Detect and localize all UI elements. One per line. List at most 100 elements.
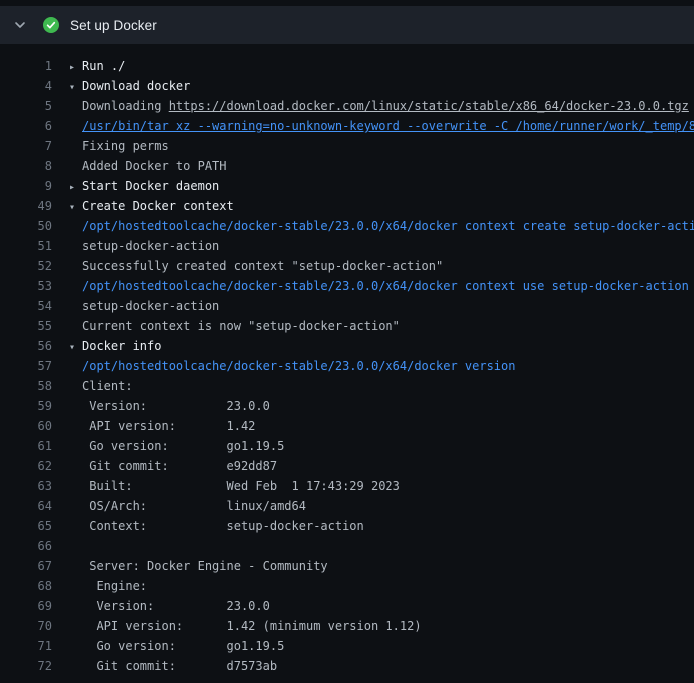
- line-number[interactable]: 49: [0, 196, 52, 216]
- log-text: Added Docker to PATH: [52, 156, 227, 176]
- log-line: 71 Go version: go1.19.5: [0, 636, 694, 656]
- line-number[interactable]: 71: [0, 636, 52, 656]
- log-line: 62 Git commit: e92dd87: [0, 456, 694, 476]
- line-number[interactable]: 55: [0, 316, 52, 336]
- group-title: Start Docker daemon: [82, 179, 219, 193]
- log-line: 52Successfully created context "setup-do…: [0, 256, 694, 276]
- group-title: Docker info: [82, 339, 161, 353]
- group-header[interactable]: ▾Download docker: [52, 76, 190, 96]
- line-number[interactable]: 67: [0, 556, 52, 576]
- line-number[interactable]: 57: [0, 356, 52, 376]
- log-text: Fixing perms: [52, 136, 169, 156]
- log-line: 65 Context: setup-docker-action: [0, 516, 694, 536]
- log-line: 55Current context is now "setup-docker-a…: [0, 316, 694, 336]
- log-line: 60 API version: 1.42: [0, 416, 694, 436]
- log-text-segment: Downloading: [82, 99, 169, 113]
- log-line: 69 Version: 23.0.0: [0, 596, 694, 616]
- log-line: 53/opt/hostedtoolcache/docker-stable/23.…: [0, 276, 694, 296]
- log-text: Current context is now "setup-docker-act…: [52, 316, 400, 336]
- step-title: Set up Docker: [70, 18, 157, 33]
- line-number[interactable]: 54: [0, 296, 52, 316]
- line-number[interactable]: 6: [0, 116, 52, 136]
- log-text: Server: Docker Engine - Community: [52, 556, 328, 576]
- log-text: setup-docker-action: [52, 236, 219, 256]
- log-line: 8Added Docker to PATH: [0, 156, 694, 176]
- command-text: /usr/bin/tar xz --warning=no-unknown-key…: [52, 116, 694, 136]
- line-number[interactable]: 70: [0, 616, 52, 636]
- log-text: Context: setup-docker-action: [52, 516, 364, 536]
- triangle-down-icon[interactable]: ▾: [69, 78, 82, 96]
- line-number[interactable]: 53: [0, 276, 52, 296]
- line-number[interactable]: 59: [0, 396, 52, 416]
- log-line: 58Client:: [0, 376, 694, 396]
- log-group-row[interactable]: 49▾Create Docker context: [0, 196, 694, 216]
- log-text: Downloading https://download.docker.com/…: [52, 96, 689, 116]
- check-circle-icon: [43, 17, 59, 33]
- line-number[interactable]: 65: [0, 516, 52, 536]
- log-text: Built: Wed Feb 1 17:43:29 2023: [52, 476, 400, 496]
- group-header[interactable]: ▸Run ./: [52, 56, 125, 76]
- log-group-row[interactable]: 9▸Start Docker daemon: [0, 176, 694, 196]
- line-number[interactable]: 7: [0, 136, 52, 156]
- command-text: /opt/hostedtoolcache/docker-stable/23.0.…: [52, 356, 515, 376]
- group-header[interactable]: ▾Docker info: [52, 336, 161, 356]
- log-text: [52, 536, 82, 556]
- triangle-down-icon[interactable]: ▾: [69, 338, 82, 356]
- group-header[interactable]: ▾Create Docker context: [52, 196, 234, 216]
- log-line: 63 Built: Wed Feb 1 17:43:29 2023: [0, 476, 694, 496]
- log-line: 68 Engine:: [0, 576, 694, 596]
- log-line: 59 Version: 23.0.0: [0, 396, 694, 416]
- log-link[interactable]: https://download.docker.com/linux/static…: [169, 99, 689, 113]
- line-number[interactable]: 50: [0, 216, 52, 236]
- line-number[interactable]: 4: [0, 76, 52, 96]
- line-number[interactable]: 72: [0, 656, 52, 676]
- line-number[interactable]: 60: [0, 416, 52, 436]
- command-text: /opt/hostedtoolcache/docker-stable/23.0.…: [52, 216, 694, 236]
- triangle-down-icon[interactable]: ▾: [69, 198, 82, 216]
- line-number[interactable]: 1: [0, 56, 52, 76]
- line-number[interactable]: 9: [0, 176, 52, 196]
- group-title: Run ./: [82, 59, 125, 73]
- command-text: /opt/hostedtoolcache/docker-stable/23.0.…: [52, 276, 689, 296]
- log-group-row[interactable]: 1▸Run ./: [0, 56, 694, 76]
- log-text: Git commit: d7573ab: [52, 656, 277, 676]
- log-text: API version: 1.42 (minimum version 1.12): [52, 616, 422, 636]
- log-text: Version: 23.0.0: [52, 396, 270, 416]
- log-text: setup-docker-action: [52, 296, 219, 316]
- log-line: 61 Go version: go1.19.5: [0, 436, 694, 456]
- line-number[interactable]: 5: [0, 96, 52, 116]
- line-number[interactable]: 8: [0, 156, 52, 176]
- log-line: 67 Server: Docker Engine - Community: [0, 556, 694, 576]
- triangle-right-icon[interactable]: ▸: [69, 178, 82, 196]
- log-group-row[interactable]: 4▾Download docker: [0, 76, 694, 96]
- line-number[interactable]: 69: [0, 596, 52, 616]
- chevron-down-icon[interactable]: [13, 18, 27, 32]
- line-number[interactable]: 51: [0, 236, 52, 256]
- line-number[interactable]: 68: [0, 576, 52, 596]
- log-line: 7Fixing perms: [0, 136, 694, 156]
- log-text: OS/Arch: linux/amd64: [52, 496, 306, 516]
- line-number[interactable]: 64: [0, 496, 52, 516]
- step-header[interactable]: Set up Docker: [0, 6, 694, 44]
- group-header[interactable]: ▸Start Docker daemon: [52, 176, 219, 196]
- log-text: API version: 1.42: [52, 416, 255, 436]
- log-line: 50/opt/hostedtoolcache/docker-stable/23.…: [0, 216, 694, 236]
- line-number[interactable]: 63: [0, 476, 52, 496]
- line-number[interactable]: 52: [0, 256, 52, 276]
- log-text: Git commit: e92dd87: [52, 456, 277, 476]
- log-line: 72 Git commit: d7573ab: [0, 656, 694, 676]
- triangle-right-icon[interactable]: ▸: [69, 58, 82, 76]
- line-number[interactable]: 66: [0, 536, 52, 556]
- log-line: 51setup-docker-action: [0, 236, 694, 256]
- log-line: 5Downloading https://download.docker.com…: [0, 96, 694, 116]
- group-title: Create Docker context: [82, 199, 234, 213]
- log-line: 66: [0, 536, 694, 556]
- line-number[interactable]: 58: [0, 376, 52, 396]
- log-text: Successfully created context "setup-dock…: [52, 256, 443, 276]
- log-group-row[interactable]: 56▾Docker info: [0, 336, 694, 356]
- log-line: 70 API version: 1.42 (minimum version 1.…: [0, 616, 694, 636]
- line-number[interactable]: 61: [0, 436, 52, 456]
- line-number[interactable]: 56: [0, 336, 52, 356]
- line-number[interactable]: 62: [0, 456, 52, 476]
- log-text: Client:: [52, 376, 133, 396]
